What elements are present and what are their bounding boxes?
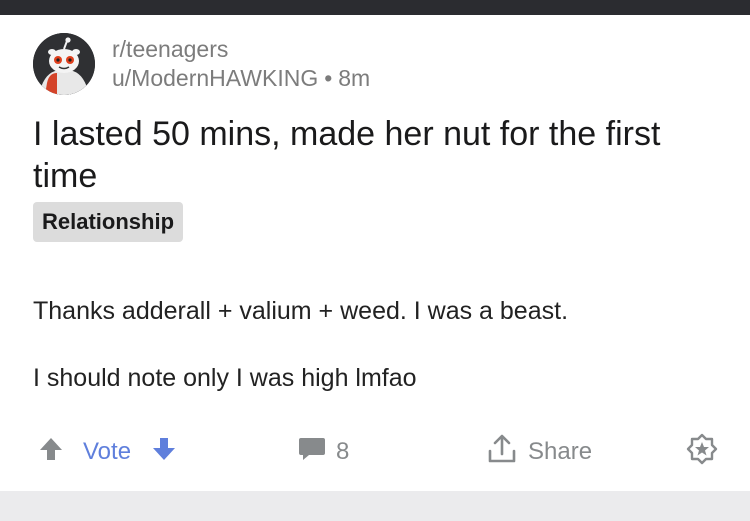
flair-badge[interactable]: Relationship xyxy=(33,202,184,242)
comments-button[interactable]: 8 xyxy=(298,434,349,470)
post-age: 8m xyxy=(338,65,371,91)
comment-count: 8 xyxy=(336,438,350,465)
share-upload-icon xyxy=(486,433,518,472)
status-bar xyxy=(0,0,750,15)
avatar[interactable] xyxy=(33,33,95,95)
comment-bubble-icon xyxy=(298,436,326,469)
meta-separator: • xyxy=(324,65,333,91)
downvote-arrow-icon[interactable] xyxy=(151,436,177,469)
vote-label: Vote xyxy=(83,438,132,465)
post-body-paragraph: I should note only I was high lmfao xyxy=(33,364,417,392)
award-badge-icon xyxy=(686,433,718,472)
share-label: Share xyxy=(528,438,593,465)
upvote-arrow-icon[interactable] xyxy=(38,436,64,469)
award-button[interactable] xyxy=(686,433,718,472)
snoo-avatar-icon xyxy=(33,33,95,95)
post-card[interactable]: r/teenagers u/ModernHAWKING • 8m I lasted … xyxy=(0,15,750,491)
share-button[interactable]: Share xyxy=(486,434,592,470)
post-body-paragraph: Thanks adderall + valium + weed. I was a… xyxy=(33,297,569,325)
vote-group: Vote xyxy=(38,434,177,470)
username-link[interactable]: u/ModernHAWKING xyxy=(112,65,318,91)
subreddit-link[interactable]: r/teenagers xyxy=(112,36,228,62)
post-title[interactable]: I lasted 50 mins, made her nut for the f… xyxy=(33,113,723,197)
feed-divider xyxy=(0,491,750,521)
post-meta: u/ModernHAWKING • 8m xyxy=(112,65,370,91)
